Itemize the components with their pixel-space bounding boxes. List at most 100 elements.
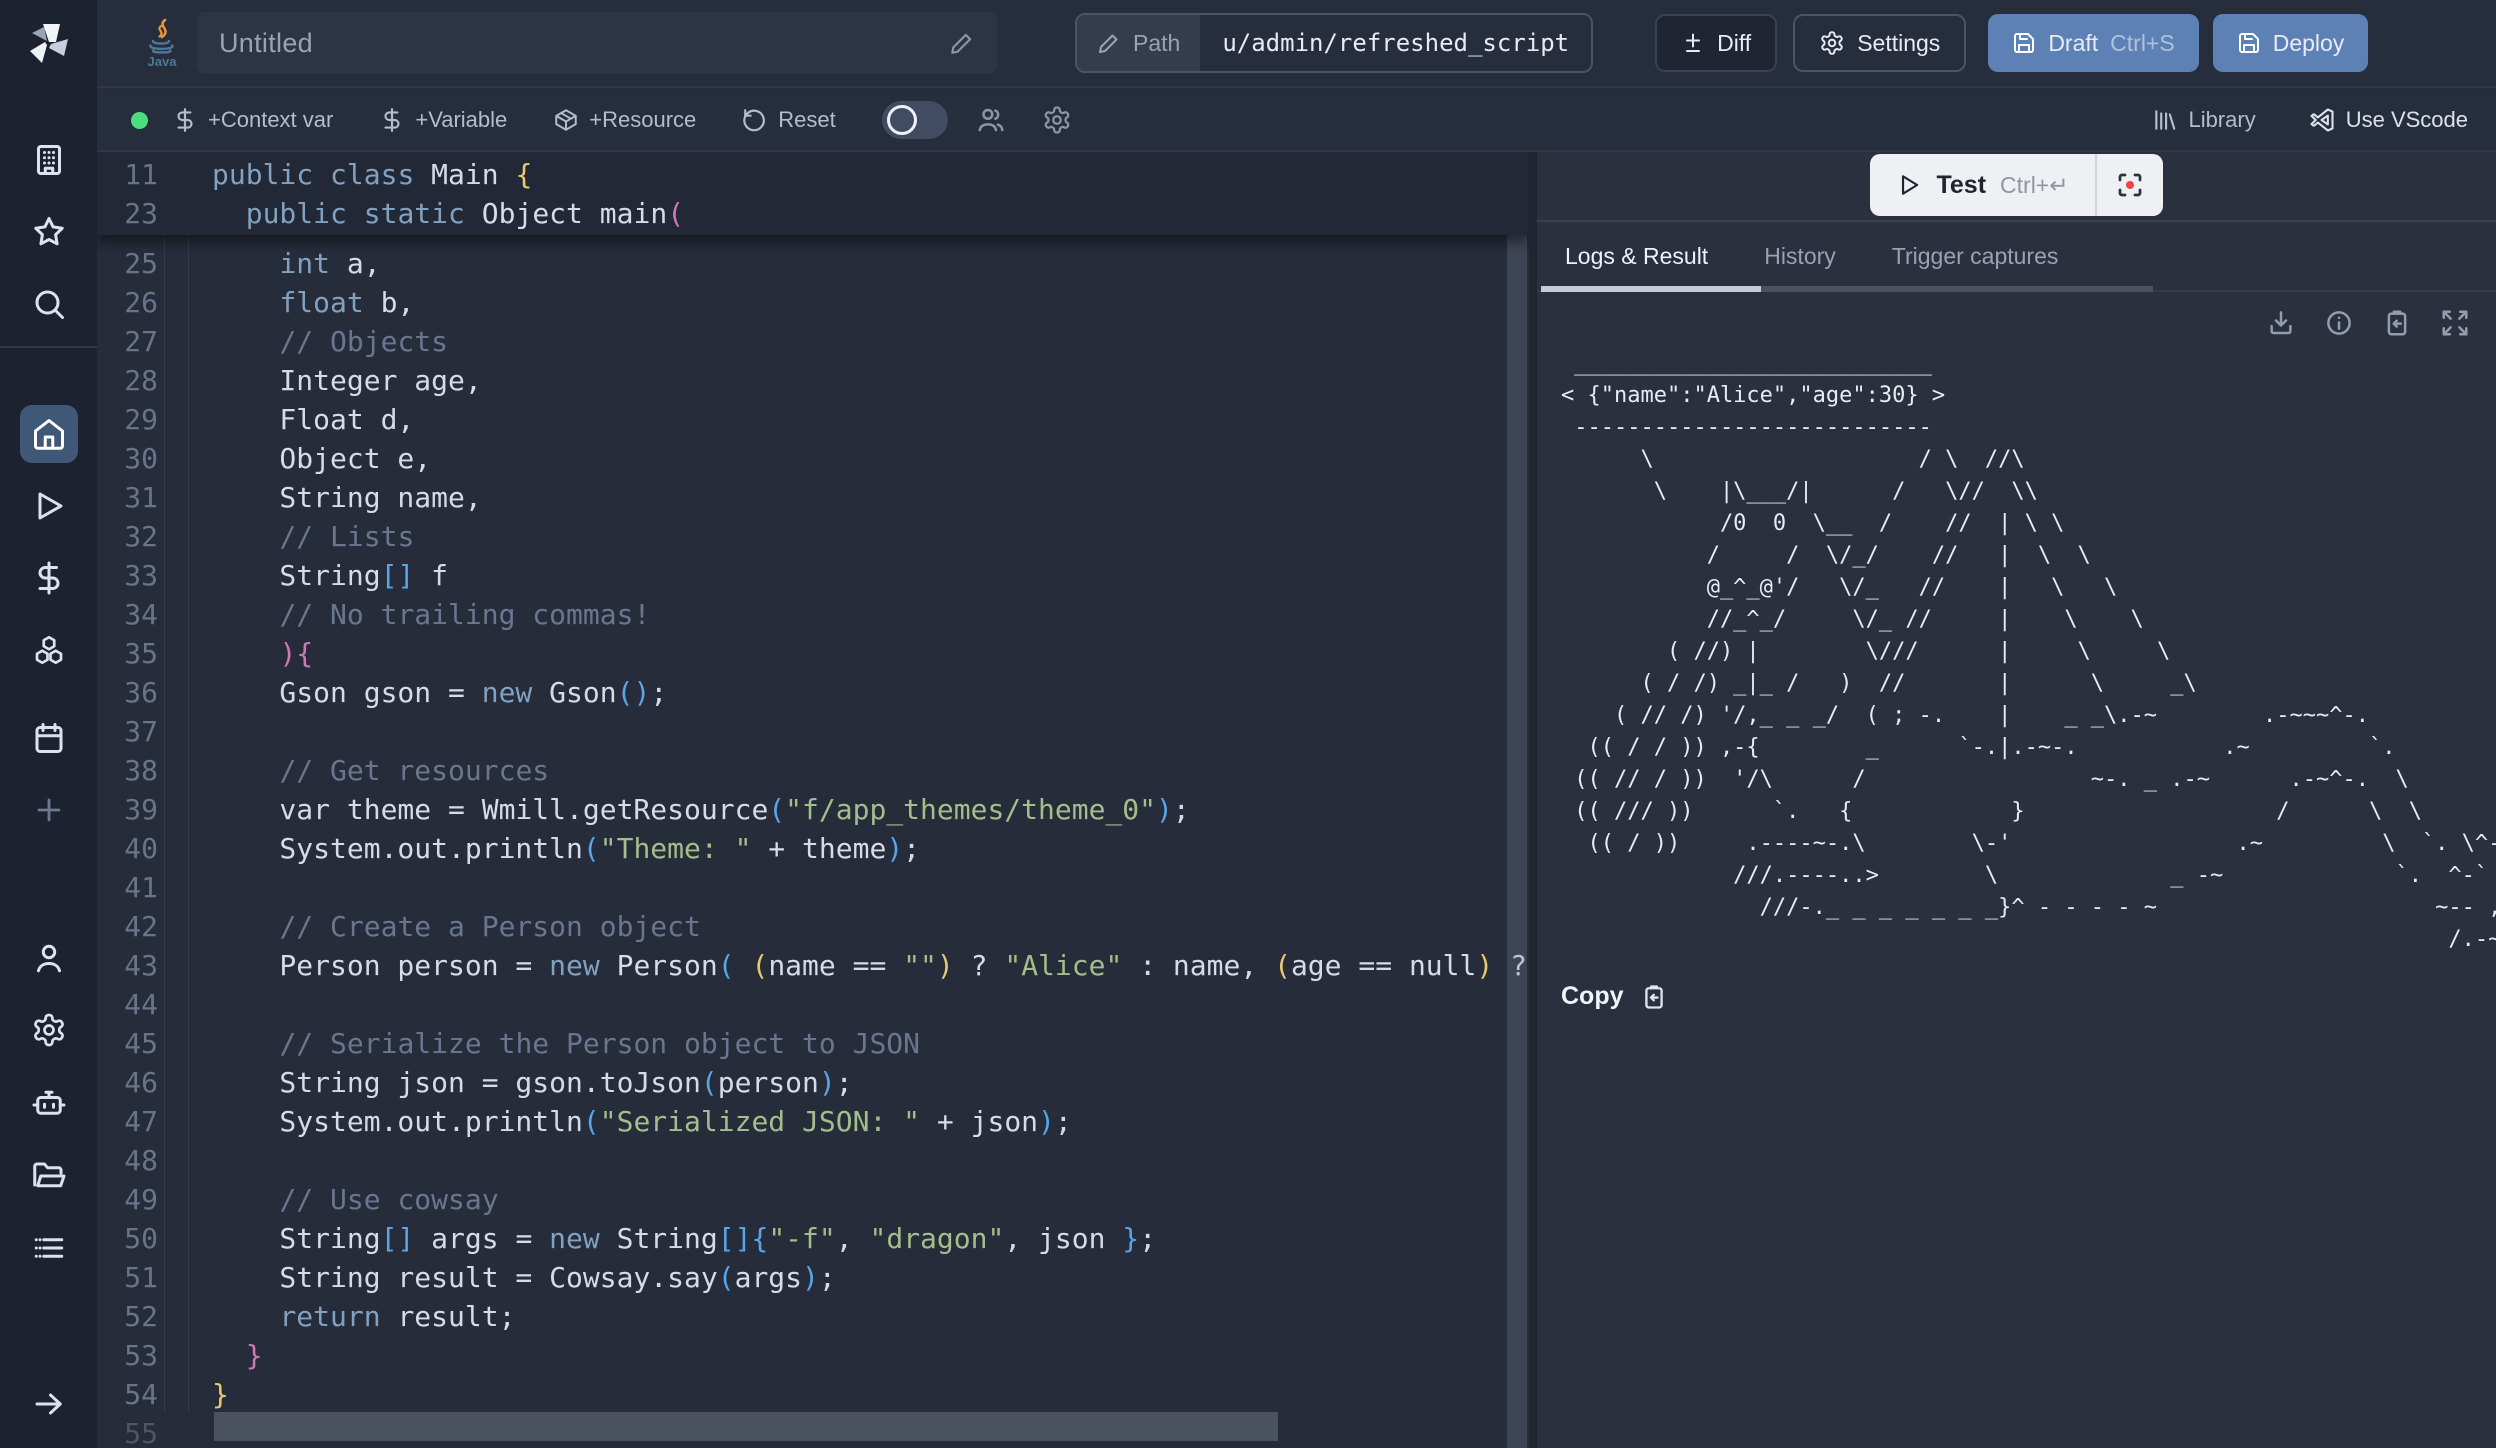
code-line[interactable]: 27 // Objects xyxy=(97,322,1529,361)
library-icon xyxy=(2152,107,2178,133)
code-line[interactable]: 29 Float d, xyxy=(97,400,1529,439)
copy-to-clipboard-icon[interactable] xyxy=(2382,308,2412,338)
tab-trigger-captures[interactable]: Trigger captures xyxy=(1892,243,2059,270)
code-line[interactable]: 44 xyxy=(97,985,1529,1024)
code-lines[interactable]: 25 int a,26 float b,27 // Objects28 Inte… xyxy=(97,235,1529,1448)
code-line[interactable]: 53 } xyxy=(97,1336,1529,1375)
windmill-logo[interactable] xyxy=(0,0,97,88)
reset-button[interactable]: Reset xyxy=(742,107,835,133)
code-line[interactable]: 34 // No trailing commas! xyxy=(97,595,1529,634)
sidebar-add-plus-icon[interactable] xyxy=(20,781,78,839)
code-line[interactable]: 23 public static Object main( xyxy=(97,194,1529,233)
library-button[interactable]: Library xyxy=(2152,107,2255,133)
code-line[interactable]: 50 String[] args = new String[]{"-f", "d… xyxy=(97,1219,1529,1258)
code-line[interactable]: 31 String name, xyxy=(97,478,1529,517)
code-line[interactable]: 54} xyxy=(97,1375,1529,1414)
code-line[interactable]: 40 System.out.println("Theme: " + theme)… xyxy=(97,829,1529,868)
line-number: 48 xyxy=(97,1141,158,1180)
sidebar-item-workers[interactable] xyxy=(20,1073,78,1131)
code-line[interactable]: 36 Gson gson = new Gson(); xyxy=(97,673,1529,712)
line-number: 43 xyxy=(97,946,158,985)
search-icon[interactable] xyxy=(20,275,78,333)
line-number: 46 xyxy=(97,1063,158,1102)
line-number: 49 xyxy=(97,1180,158,1219)
line-number: 47 xyxy=(97,1102,158,1141)
panel-splitter[interactable] xyxy=(1529,152,1537,1448)
vscode-icon xyxy=(2308,106,2336,134)
diff-button[interactable]: Diff xyxy=(1655,14,1777,72)
draft-button[interactable]: Draft Ctrl+S xyxy=(1988,14,2198,72)
code-line[interactable]: 41 xyxy=(97,868,1529,907)
path-value[interactable]: u/admin/refreshed_script xyxy=(1200,15,1591,71)
capture-test-icon[interactable] xyxy=(2097,154,2163,216)
sidebar-item-settings[interactable] xyxy=(20,1001,78,1059)
line-number: 26 xyxy=(97,283,158,322)
deploy-button[interactable]: Deploy xyxy=(2213,14,2369,72)
code-line[interactable]: 33 String[] f xyxy=(97,556,1529,595)
add-resource-button[interactable]: +Resource xyxy=(553,107,696,133)
path-field[interactable]: Path u/admin/refreshed_script xyxy=(1075,13,1593,73)
code-line[interactable]: 49 // Use cowsay xyxy=(97,1180,1529,1219)
package-icon xyxy=(553,107,579,133)
expand-sidebar-arrow-icon[interactable] xyxy=(20,1375,78,1433)
sidebar-item-variables[interactable] xyxy=(20,549,78,607)
code-line[interactable]: 48 xyxy=(97,1141,1529,1180)
line-number: 25 xyxy=(97,244,158,283)
svg-text:Java: Java xyxy=(148,54,178,69)
copy-result-button[interactable]: Copy xyxy=(1561,982,2496,1011)
editor-settings-gear-icon[interactable] xyxy=(1042,105,1072,135)
add-context-var-button[interactable]: +Context var xyxy=(172,107,333,133)
code-line[interactable]: 43 Person person = new Person( (name == … xyxy=(97,946,1529,985)
code-line[interactable]: 25 int a, xyxy=(97,244,1529,283)
info-icon[interactable] xyxy=(2324,308,2354,338)
workspace-building-icon[interactable] xyxy=(20,131,78,189)
collaborators-users-icon[interactable] xyxy=(976,105,1006,135)
code-line[interactable]: 52 return result; xyxy=(97,1297,1529,1336)
line-number: 34 xyxy=(97,595,158,634)
horizontal-scrollbar[interactable] xyxy=(214,1412,1278,1441)
sidebar-item-home[interactable] xyxy=(20,405,78,463)
download-result-icon[interactable] xyxy=(2266,308,2296,338)
dollar-icon xyxy=(379,107,405,133)
sidebar-item-folders[interactable] xyxy=(20,1147,78,1205)
expand-result-icon[interactable] xyxy=(2440,308,2470,338)
line-number: 53 xyxy=(97,1336,158,1375)
line-number: 44 xyxy=(97,985,158,1024)
code-line[interactable]: 35 ){ xyxy=(97,634,1529,673)
code-line[interactable]: 30 Object e, xyxy=(97,439,1529,478)
edit-path-pencil-icon xyxy=(1097,31,1121,55)
favorites-star-icon[interactable] xyxy=(20,203,78,261)
test-button[interactable]: Test Ctrl+↵ xyxy=(1870,154,2162,216)
edit-title-pencil-icon[interactable] xyxy=(949,30,975,56)
script-title: Untitled xyxy=(219,28,313,59)
code-line[interactable]: 11public class Main { xyxy=(97,155,1529,194)
vertical-scrollbar[interactable] xyxy=(1507,152,1527,1448)
sidebar-item-resources[interactable] xyxy=(20,621,78,679)
code-line[interactable]: 51 String result = Cowsay.say(args); xyxy=(97,1258,1529,1297)
dark-mode-toggle[interactable] xyxy=(882,101,948,139)
sidebar-item-users[interactable] xyxy=(20,929,78,987)
editor-toolbar: +Context var +Variable +Resource Reset xyxy=(97,90,2496,152)
save-icon xyxy=(2237,31,2261,55)
sidebar-item-runs[interactable] xyxy=(20,477,78,535)
tab-history[interactable]: History xyxy=(1764,243,1836,270)
code-line[interactable]: 32 // Lists xyxy=(97,517,1529,556)
settings-button[interactable]: Settings xyxy=(1793,14,1966,72)
code-line[interactable]: 42 // Create a Person object xyxy=(97,907,1529,946)
use-vscode-button[interactable]: Use VScode xyxy=(2308,106,2468,134)
tab-logs-result[interactable]: Logs & Result xyxy=(1565,243,1708,270)
add-variable-button[interactable]: +Variable xyxy=(379,107,507,133)
code-line[interactable]: 28 Integer age, xyxy=(97,361,1529,400)
code-editor[interactable]: 11public class Main {23 public static Ob… xyxy=(97,152,1529,1448)
code-line[interactable]: 26 float b, xyxy=(97,283,1529,322)
sidebar-item-schedules[interactable] xyxy=(20,709,78,767)
code-line[interactable]: 38 // Get resources xyxy=(97,751,1529,790)
code-line[interactable]: 46 String json = gson.toJson(person); xyxy=(97,1063,1529,1102)
code-line[interactable]: 37 xyxy=(97,712,1529,751)
sidebar-item-audit-logs[interactable] xyxy=(20,1219,78,1277)
dollar-icon xyxy=(172,107,198,133)
code-line[interactable]: 45 // Serialize the Person object to JSO… xyxy=(97,1024,1529,1063)
script-title-input[interactable]: Untitled xyxy=(197,12,997,74)
code-line[interactable]: 47 System.out.println("Serialized JSON: … xyxy=(97,1102,1529,1141)
code-line[interactable]: 39 var theme = Wmill.getResource("f/app_… xyxy=(97,790,1529,829)
